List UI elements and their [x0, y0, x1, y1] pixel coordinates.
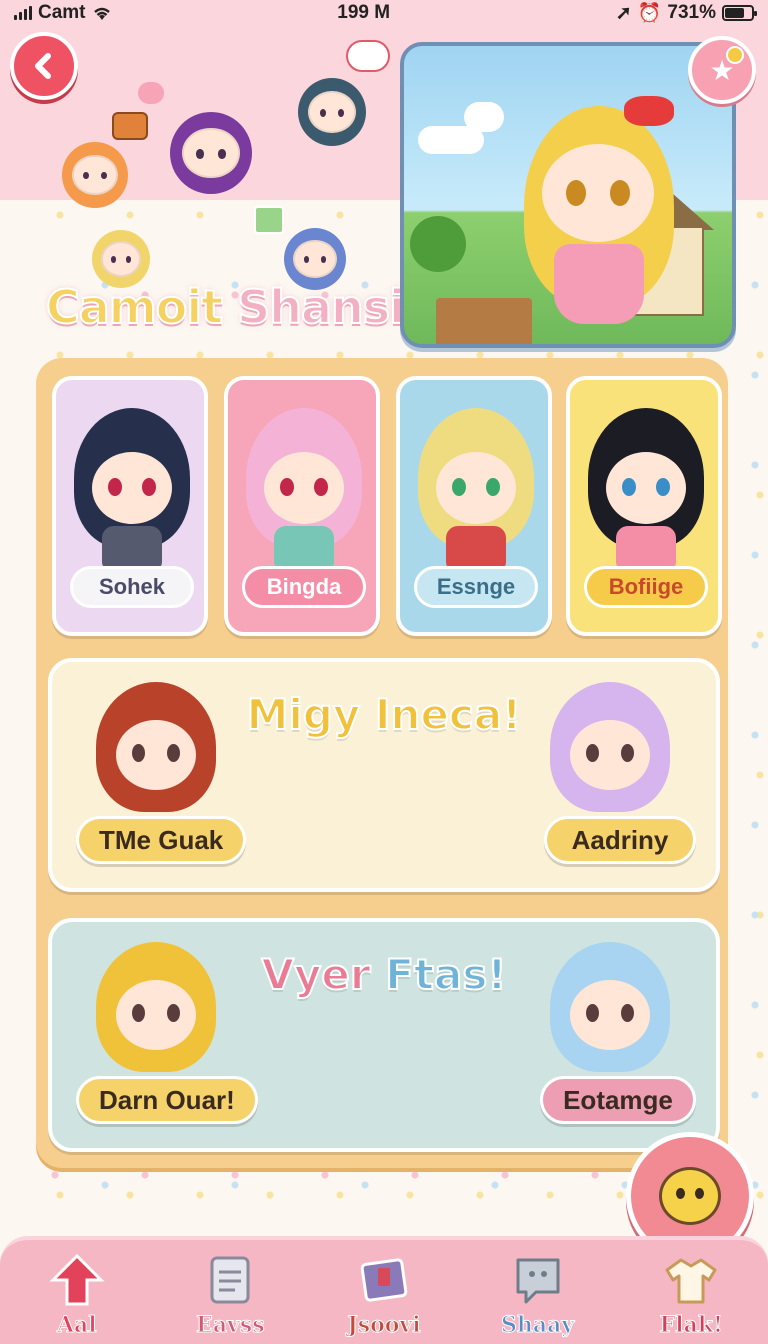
character-body — [274, 526, 334, 570]
status-right: ➚ ⏰ 731% — [615, 1, 757, 25]
nav-label: Flak! — [659, 1312, 723, 1339]
featured-character-dress — [554, 244, 644, 324]
nav-item-outfit[interactable]: Flak! — [626, 1252, 756, 1339]
chibi-purple — [170, 112, 252, 194]
photo-icon — [356, 1252, 412, 1308]
clock: 199 M — [337, 2, 391, 23]
bow-icon — [624, 96, 674, 126]
button-label: TMe Guak — [99, 824, 224, 855]
character-body — [616, 526, 676, 570]
character-card-1[interactable]: Sohek — [52, 376, 208, 636]
character-card-3[interactable]: Essnge — [396, 376, 552, 636]
nav-label: Shaay — [500, 1312, 575, 1339]
back-button[interactable] — [10, 32, 78, 100]
alarm-icon: ⏰ — [637, 3, 662, 24]
treasure-chest-icon — [112, 112, 148, 140]
banner-left-button[interactable]: TMe Guak — [76, 816, 247, 864]
chat-bubble-icon — [510, 1252, 566, 1308]
bottom-navigation: Aal Eavss Jsoovi Shaay Flak! — [0, 1236, 768, 1344]
banner-left-button[interactable]: Darn Ouar! — [76, 1076, 258, 1124]
cloud-decoration — [464, 102, 504, 132]
nav-item-home[interactable]: Aal — [12, 1252, 142, 1339]
character-face — [92, 452, 172, 524]
battery-icon — [722, 5, 757, 21]
home-arrow-icon — [49, 1252, 105, 1308]
wifi-icon — [93, 7, 110, 20]
featured-character-face — [542, 144, 654, 242]
nav-item-photos[interactable]: Jsoovi — [319, 1252, 449, 1339]
event-banner-2[interactable]: Vyer Ftas! Darn Ouar! Eotamge — [48, 918, 720, 1152]
star-badge-button[interactable]: ★ — [688, 36, 756, 104]
speech-cloud-icon — [346, 40, 390, 72]
nav-item-documents[interactable]: Eavss — [165, 1252, 295, 1339]
banner-title-part-1: Vyer — [260, 949, 371, 1000]
banner-character-right — [546, 682, 676, 832]
character-body — [102, 526, 162, 570]
chibi-orange — [62, 142, 128, 208]
bee-face-icon — [659, 1167, 721, 1225]
document-icon — [202, 1252, 258, 1308]
character-face — [606, 452, 686, 524]
page-title: Camoit Shansis — [45, 279, 432, 335]
signal-icon — [14, 6, 32, 20]
character-name: Bofiige — [608, 574, 684, 599]
battery-percent: 731% — [667, 2, 716, 23]
featured-scene-card[interactable] — [400, 42, 736, 348]
banner-right-button[interactable]: Aadriny — [544, 816, 696, 864]
nav-label: Eavss — [196, 1312, 266, 1339]
status-left: Camt — [14, 2, 112, 24]
character-name: Sohek — [98, 574, 166, 599]
gift-box-icon — [254, 206, 284, 234]
notification-dot — [726, 46, 744, 64]
character-portrait — [246, 408, 362, 570]
event-banner-1[interactable]: Migy Ineca! TMe Guak Aadriny — [48, 658, 720, 892]
carrier-label: Camt — [38, 2, 86, 23]
banner-title-text: Migy Ineca! — [246, 689, 523, 740]
banner-title-part-2: Ftas! — [384, 949, 507, 1000]
character-portrait — [418, 408, 534, 570]
location-icon: ➚ — [615, 2, 632, 24]
banner-right-button[interactable]: Eotamge — [540, 1076, 696, 1124]
character-face — [264, 452, 344, 524]
button-label: Darn Ouar! — [99, 1084, 235, 1115]
shirt-icon — [663, 1252, 719, 1308]
nav-label: Jsoovi — [347, 1312, 421, 1339]
character-body — [446, 526, 506, 570]
table-decoration — [436, 298, 532, 344]
nav-label: Aal — [56, 1312, 97, 1339]
title-part-1: Camoit — [45, 279, 224, 335]
button-label: Eotamge — [563, 1084, 673, 1115]
heart-cloud-icon — [138, 82, 164, 104]
character-card-2[interactable]: Bingda — [224, 376, 380, 636]
character-name-pill: Bofiige — [584, 566, 708, 608]
character-name-pill: Sohek — [70, 566, 194, 608]
character-portrait — [74, 408, 190, 570]
character-face — [436, 452, 516, 524]
chevron-left-icon — [35, 53, 51, 79]
nav-item-chat[interactable]: Shaay — [473, 1252, 603, 1339]
banner-character-left — [92, 682, 222, 832]
status-bar: Camt 199 M ➚ ⏰ 731% — [0, 0, 768, 26]
character-name: Bingda — [266, 574, 342, 599]
character-name: Essnge — [436, 574, 516, 599]
banner-character-left — [92, 942, 222, 1092]
tree-decoration — [410, 216, 466, 272]
character-name-pill: Essnge — [414, 566, 538, 608]
character-portrait — [588, 408, 704, 570]
button-label: Aadriny — [571, 824, 669, 855]
character-card-4[interactable]: Bofiige — [566, 376, 722, 636]
chibi-teal — [298, 78, 366, 146]
banner-character-right — [546, 942, 676, 1092]
character-name-pill: Bingda — [242, 566, 366, 608]
